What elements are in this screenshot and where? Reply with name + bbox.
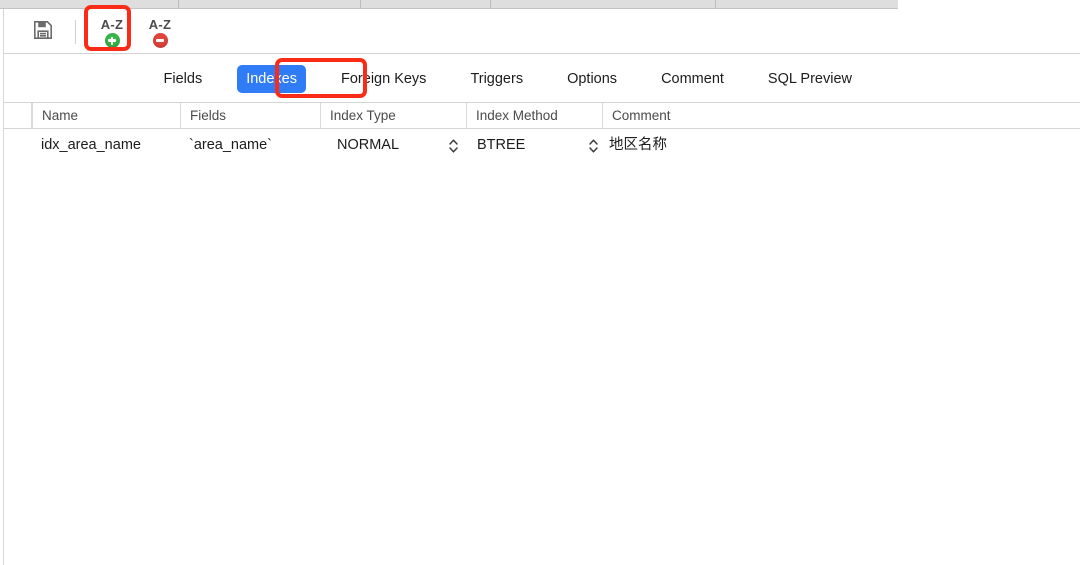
indexes-grid: Name Fields Index Type Index Method Comm… xyxy=(4,103,1080,565)
strip-divider xyxy=(178,0,179,8)
designer-tabbar: Fields Indexes Foreign Keys Triggers Opt… xyxy=(4,55,1080,103)
tab-triggers[interactable]: Triggers xyxy=(461,65,532,93)
strip-divider xyxy=(490,0,491,8)
column-header-comment[interactable]: Comment xyxy=(602,103,1080,128)
cell-index-comment[interactable]: 地区名称 xyxy=(609,129,667,162)
index-type-stepper[interactable] xyxy=(447,129,460,162)
toolbar-separator xyxy=(75,20,76,44)
delete-index-label: A-Z xyxy=(148,17,172,32)
cell-index-fields[interactable]: `area_name` xyxy=(189,129,272,162)
table-designer-window: A-Z A-Z Fields Indexes Foreign Keys Trig… xyxy=(0,0,1080,565)
tab-foreign-keys[interactable]: Foreign Keys xyxy=(332,65,435,93)
minus-badge-icon xyxy=(152,33,168,48)
chevron-up-down-icon xyxy=(447,137,460,155)
column-header-index-type[interactable]: Index Type xyxy=(320,103,466,128)
tab-list: Fields Indexes Foreign Keys Triggers Opt… xyxy=(155,55,861,103)
column-header-fields[interactable]: Fields xyxy=(180,103,320,128)
tab-options[interactable]: Options xyxy=(558,65,626,93)
add-index-button[interactable]: A-Z xyxy=(89,13,135,53)
column-header-gutter xyxy=(4,103,32,128)
background-table-header-strip xyxy=(0,0,898,9)
tab-comment[interactable]: Comment xyxy=(652,65,733,93)
save-button[interactable] xyxy=(28,19,58,45)
column-header-index-method[interactable]: Index Method xyxy=(466,103,602,128)
index-method-stepper[interactable] xyxy=(587,129,600,162)
grid-header-row: Name Fields Index Type Index Method Comm… xyxy=(4,103,1080,129)
strip-divider xyxy=(360,0,361,8)
tab-sql-preview[interactable]: SQL Preview xyxy=(759,65,861,93)
grid-empty-area[interactable] xyxy=(4,161,1080,565)
cell-index-name[interactable]: idx_area_name xyxy=(41,129,141,162)
designer-toolbar: A-Z A-Z xyxy=(4,9,1080,54)
table-row[interactable]: idx_area_name `area_name` NORMAL BTREE 地… xyxy=(4,129,1080,162)
delete-index-button[interactable]: A-Z xyxy=(137,13,183,53)
cell-index-type[interactable]: NORMAL xyxy=(337,129,399,162)
tab-indexes[interactable]: Indexes xyxy=(237,65,306,93)
chevron-up-down-icon xyxy=(587,137,600,155)
column-header-name[interactable]: Name xyxy=(32,103,180,128)
plus-badge-icon xyxy=(104,33,120,48)
add-index-label: A-Z xyxy=(100,17,124,32)
tab-fields[interactable]: Fields xyxy=(155,65,212,93)
floppy-disk-icon xyxy=(31,18,55,47)
strip-divider xyxy=(715,0,716,8)
cell-index-method[interactable]: BTREE xyxy=(477,129,525,162)
